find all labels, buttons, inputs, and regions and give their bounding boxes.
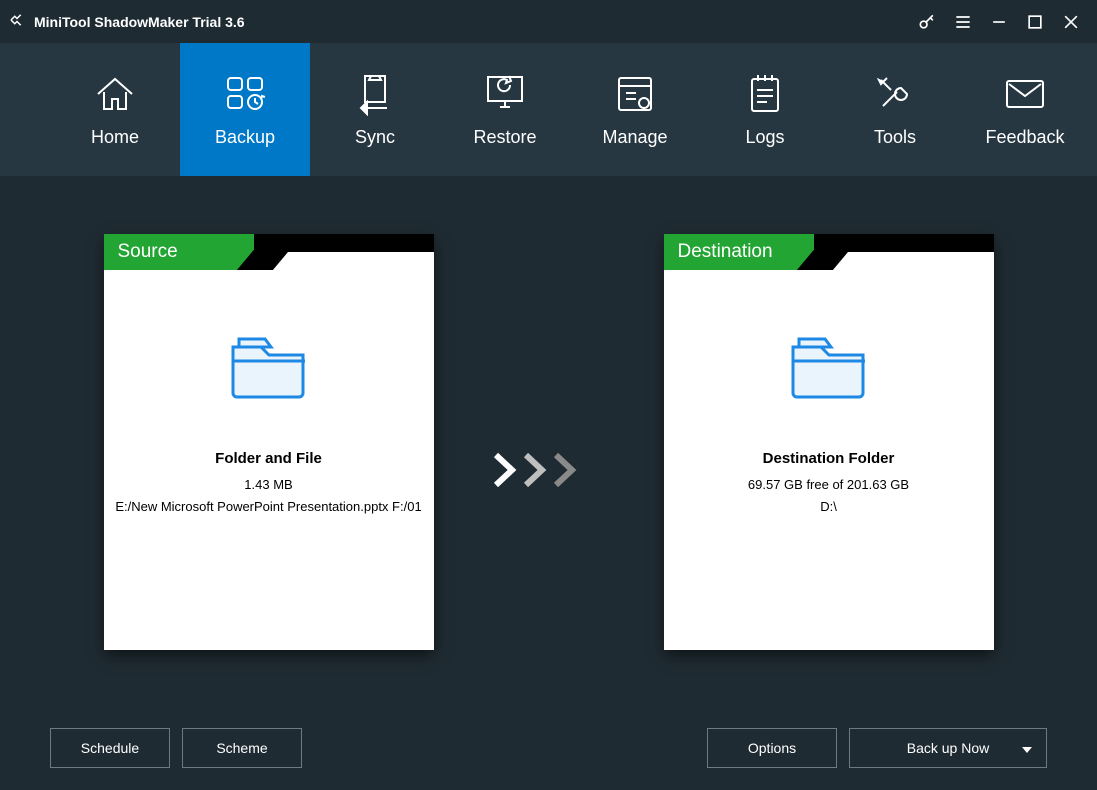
backup-now-label: Back up Now xyxy=(907,740,989,756)
nav-restore-label: Restore xyxy=(473,127,536,148)
bottom-bar: Schedule Scheme Options Back up Now xyxy=(0,728,1097,768)
schedule-button[interactable]: Schedule xyxy=(50,728,170,768)
arrow-icon xyxy=(494,453,604,492)
destination-title: Destination Folder xyxy=(664,450,994,467)
destination-panel-header: Destination xyxy=(664,234,994,270)
scheme-button[interactable]: Scheme xyxy=(182,728,302,768)
nav-feedback-label: Feedback xyxy=(985,127,1064,148)
maximize-button[interactable] xyxy=(1017,4,1053,40)
app-logo-icon xyxy=(8,11,26,32)
options-label: Options xyxy=(748,740,796,756)
destination-path: D:\ xyxy=(664,498,994,516)
backup-icon xyxy=(222,71,268,117)
options-button[interactable]: Options xyxy=(707,728,837,768)
source-panel[interactable]: Source Folder and File 1.43 MB E:/New Mi… xyxy=(104,234,434,650)
tools-icon xyxy=(872,71,918,117)
logs-icon xyxy=(742,71,788,117)
destination-free: 69.57 GB free of 201.63 GB xyxy=(664,477,994,492)
nav-tools[interactable]: Tools xyxy=(830,43,960,176)
manage-icon xyxy=(612,71,658,117)
nav-tools-label: Tools xyxy=(874,127,916,148)
home-icon xyxy=(92,71,138,117)
scheme-label: Scheme xyxy=(216,740,267,756)
nav-restore[interactable]: Restore xyxy=(440,43,570,176)
schedule-label: Schedule xyxy=(81,740,139,756)
nav-backup-label: Backup xyxy=(215,127,275,148)
source-header-label: Source xyxy=(104,234,254,270)
destination-header-label: Destination xyxy=(664,234,814,270)
caret-down-icon xyxy=(1022,740,1032,756)
main-area: Source Folder and File 1.43 MB E:/New Mi… xyxy=(0,176,1097,790)
source-panel-header: Source xyxy=(104,234,434,270)
source-title: Folder and File xyxy=(104,450,434,467)
menu-icon[interactable] xyxy=(945,4,981,40)
destination-panel[interactable]: Destination Destination Folder 69.57 GB … xyxy=(664,234,994,650)
minimize-button[interactable] xyxy=(981,4,1017,40)
app-title: MiniTool ShadowMaker Trial 3.6 xyxy=(8,11,245,32)
main-nav: Home Backup Sync Restore Manage Logs T xyxy=(0,43,1097,176)
nav-home[interactable]: Home xyxy=(50,43,180,176)
key-icon[interactable] xyxy=(909,4,945,40)
nav-manage[interactable]: Manage xyxy=(570,43,700,176)
nav-logs[interactable]: Logs xyxy=(700,43,830,176)
nav-backup[interactable]: Backup xyxy=(180,43,310,176)
nav-manage-label: Manage xyxy=(602,127,667,148)
source-size: 1.43 MB xyxy=(104,477,434,492)
nav-logs-label: Logs xyxy=(745,127,784,148)
close-button[interactable] xyxy=(1053,4,1089,40)
nav-feedback[interactable]: Feedback xyxy=(960,43,1090,176)
nav-sync[interactable]: Sync xyxy=(310,43,440,176)
source-path: E:/New Microsoft PowerPoint Presentation… xyxy=(104,498,434,516)
title-bar: MiniTool ShadowMaker Trial 3.6 xyxy=(0,0,1097,43)
restore-icon xyxy=(482,71,528,117)
feedback-icon xyxy=(1002,71,1048,117)
sync-icon xyxy=(352,71,398,117)
backup-now-button[interactable]: Back up Now xyxy=(849,728,1047,768)
app-title-text: MiniTool ShadowMaker Trial 3.6 xyxy=(34,14,245,30)
folder-icon xyxy=(104,325,434,408)
folder-icon xyxy=(664,325,994,408)
nav-home-label: Home xyxy=(91,127,139,148)
nav-sync-label: Sync xyxy=(355,127,395,148)
